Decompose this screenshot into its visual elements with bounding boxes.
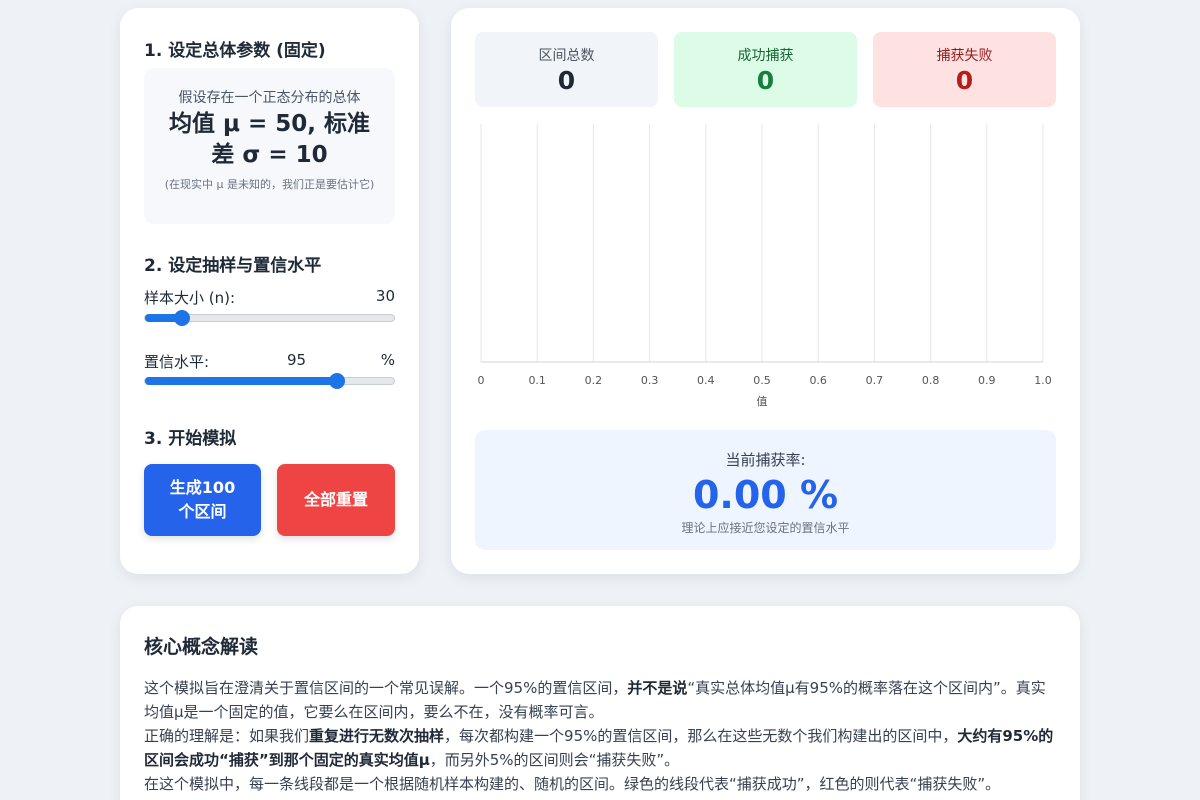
concept-text: ，每次都构建一个95%的置信区间，那么在这些无数个我们构建出的区间中， [444,727,958,745]
success-capture-label: 成功捕获 [737,48,794,64]
population-params: 均值 μ = 50, 标准差 σ = 10 [169,111,370,168]
confidence-slider-thumb[interactable] [328,373,345,389]
concept-panel: 核心概念解读 这个模拟旨在澄清关于置信区间的一个常见误解。一个95%的置信区间，… [120,606,1080,800]
x-tick-label: 0.6 [809,374,827,387]
confidence-value: 95 [287,351,307,369]
concept-paragraph-3: 在这个模拟中，每一条线段都是一个根据随机样本构建的、随机的区间。绿色的线段代表“… [144,775,1001,793]
total-intervals-value: 0 [557,66,576,95]
concept-text: 正确的理解是：如果我们 [144,727,310,745]
run-section-title: 3. 开始模拟 [144,429,237,449]
population-info-box: 假设存在一个正态分布的总体 均值 μ = 50, 标准差 σ = 10 (在现实… [144,68,395,224]
success-capture-card: 成功捕获 0 [674,32,857,107]
concept-emphasis: 重复进行无数次抽样 [309,727,445,745]
x-tick-label: 0.2 [585,374,603,387]
sample-size-value: 30 [375,287,395,305]
x-tick-label: 0.4 [697,374,715,387]
x-tick-label: 0.1 [528,374,546,387]
concept-text: ，而另外5%的区间则会“捕获失败”。 [429,751,680,769]
sample-size-label: 样本大小 (n): [144,289,236,307]
concept-title: 核心概念解读 [144,636,259,658]
confidence-unit: % [380,351,395,369]
failed-capture-label: 捕获失败 [936,48,993,64]
settings-panel: 1. 设定总体参数 (固定) 假设存在一个正态分布的总体 均值 μ = 50, … [120,8,419,574]
confidence-label: 置信水平: [144,353,210,371]
reset-all-button[interactable]: 全部重置 [277,464,395,536]
sample-size-slider-thumb[interactable] [174,310,191,326]
sample-size-slider[interactable] [144,310,395,326]
population-intro: 假设存在一个正态分布的总体 [178,90,361,106]
capture-rate-value: 0.00 % [692,473,839,517]
capture-rate-box: 当前捕获率: 0.00 % 理论上应接近您设定的置信水平 [475,430,1056,550]
x-tick-label: 0 [478,374,485,387]
concept-text: 这个模拟旨在澄清关于置信区间的一个常见误解。一个95%的置信区间， [144,679,628,697]
results-panel: 区间总数 0 成功捕获 0 捕获失败 0 0 0.1 0.2 0.3 0.4 0.5 0.6… [451,8,1080,574]
confidence-slider[interactable] [144,373,395,389]
x-tick-label: 1.0 [1034,374,1052,387]
x-tick-label: 0.9 [978,374,996,387]
population-note: (在现实中 μ 是未知的，我们正是要估计它) [164,178,375,191]
total-intervals-label: 区间总数 [538,48,595,64]
population-section-title: 1. 设定总体参数 (固定) [144,41,326,61]
concept-body: 这个模拟旨在澄清关于置信区间的一个常见误解。一个95%的置信区间，并不是说“真实… [144,676,1054,796]
x-tick-label: 0.3 [641,374,659,387]
x-tick-labels: 0 0.1 0.2 0.3 0.4 0.5 0.6 0.7 0.8 0.9 1.0 [478,374,1052,387]
interval-chart: 0 0.1 0.2 0.3 0.4 0.5 0.6 0.7 0.8 0.9 1.0 值 [478,124,1052,408]
generate-intervals-button[interactable]: 生成100个区间 [144,464,261,536]
x-tick-label: 0.5 [753,374,771,387]
capture-rate-label: 当前捕获率: [725,451,806,469]
chart-grid [480,124,1044,362]
success-capture-value: 0 [756,66,775,95]
capture-rate-note: 理论上应接近您设定的置信水平 [681,521,850,535]
concept-emphasis: 并不是说 [627,679,688,697]
failed-capture-value: 0 [955,66,974,95]
total-intervals-card: 区间总数 0 [475,32,658,107]
confidence-slider-fill [145,377,337,385]
x-tick-label: 0.8 [922,374,940,387]
sampling-section-title: 2. 设定抽样与置信水平 [144,256,322,276]
failed-capture-card: 捕获失败 0 [873,32,1056,107]
concept-paragraph-2: 正确的理解是：如果我们重复进行无数次抽样，每次都构建一个95%的置信区间，那么在… [144,724,1054,772]
x-tick-label: 0.7 [866,374,884,387]
x-axis-title: 值 [757,395,768,408]
concept-paragraph-1: 这个模拟旨在澄清关于置信区间的一个常见误解。一个95%的置信区间，并不是说“真实… [144,676,1054,724]
